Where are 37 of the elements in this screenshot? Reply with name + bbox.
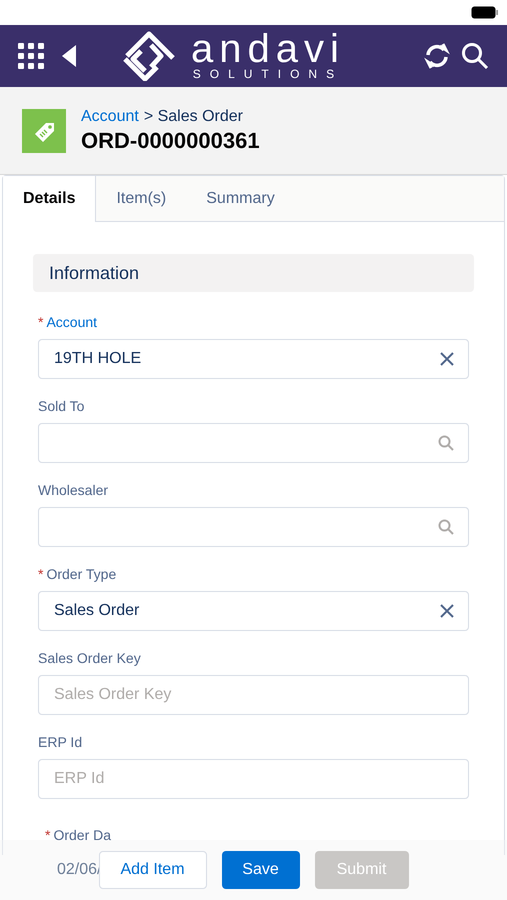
record-title: ORD-0000000361 bbox=[81, 126, 260, 154]
field-label: ERP Id bbox=[38, 733, 82, 752]
search-icon bbox=[438, 435, 454, 451]
app-launcher-icon[interactable] bbox=[18, 43, 44, 69]
required-mark: * bbox=[38, 565, 44, 584]
lookup-field[interactable] bbox=[38, 423, 469, 463]
required-mark: * bbox=[38, 313, 44, 332]
search-icon bbox=[438, 519, 454, 535]
refresh-icon[interactable] bbox=[423, 42, 451, 70]
logo-wordmark: andavi bbox=[191, 31, 345, 67]
input-field[interactable]: Sales Order Key bbox=[38, 675, 469, 715]
input-field[interactable]: ERP Id bbox=[38, 759, 469, 799]
battery-icon bbox=[471, 6, 499, 19]
field-label: Order Da bbox=[53, 826, 112, 845]
clear-icon[interactable] bbox=[440, 352, 454, 366]
action-button[interactable]: Add Item bbox=[98, 851, 206, 889]
lookup-field[interactable]: Sales Order bbox=[38, 591, 469, 631]
breadcrumb-link[interactable]: Account bbox=[81, 106, 139, 126]
back-icon[interactable] bbox=[62, 45, 76, 67]
lookup-field[interactable]: 19TH HOLE bbox=[38, 339, 469, 379]
tag-icon bbox=[22, 108, 66, 152]
field-label: Account bbox=[46, 313, 98, 332]
required-mark: * bbox=[45, 826, 50, 845]
field-label: Order Type bbox=[46, 565, 116, 584]
field-label: Sold To bbox=[38, 397, 84, 416]
logo-tagline: SOLUTIONS bbox=[192, 67, 344, 81]
lookup-field[interactable] bbox=[38, 507, 469, 547]
tab[interactable]: Summary bbox=[186, 176, 295, 222]
breadcrumb-text: > Sales Order bbox=[144, 106, 243, 126]
tab[interactable]: Item(s) bbox=[96, 176, 186, 222]
field-label: Sales Order Key bbox=[38, 649, 141, 668]
tab[interactable]: Details bbox=[3, 176, 96, 222]
clear-icon[interactable] bbox=[440, 604, 454, 618]
field-label: Wholesaler bbox=[38, 481, 108, 500]
section-title: Information bbox=[49, 262, 140, 284]
search-icon[interactable] bbox=[461, 42, 489, 70]
action-button[interactable]: Save bbox=[222, 851, 300, 889]
